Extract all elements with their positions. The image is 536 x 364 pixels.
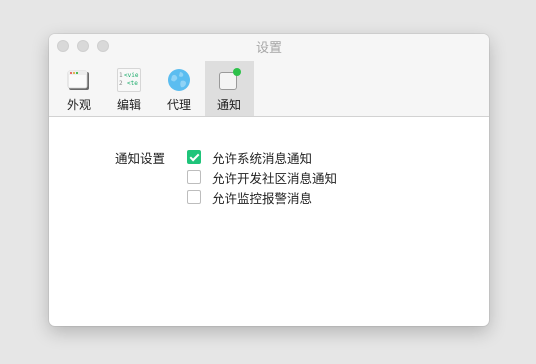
- svg-text:<vie: <vie: [124, 72, 139, 79]
- community-notifications-checkbox[interactable]: [187, 170, 201, 184]
- tab-proxy-label: 代理: [166, 98, 191, 112]
- option-label: 允许开发社区消息通知: [212, 171, 338, 186]
- window-title: 设置: [255, 41, 282, 56]
- system-notifications-checkbox[interactable]: [187, 150, 201, 164]
- tab-notifications-label: 通知: [216, 98, 241, 112]
- tab-editor[interactable]: 1 <vie 2 <te 编辑: [105, 61, 153, 116]
- appearance-window-icon: [67, 70, 89, 90]
- window-toolbar: 设置 外观 1 <vie 2 <te 编辑 代理 通知: [49, 34, 489, 117]
- option-label: 允许系统消息通知: [212, 151, 313, 166]
- monitoring-alerts-checkbox[interactable]: [187, 190, 201, 204]
- tab-appearance-label: 外观: [66, 98, 91, 112]
- settings-window: 设置 外观 1 <vie 2 <te 编辑 代理 通知 通知设置 允许系统消息通…: [49, 34, 489, 326]
- tab-appearance[interactable]: 外观: [55, 61, 103, 116]
- tab-proxy[interactable]: 代理: [155, 61, 203, 116]
- svg-text:<te: <te: [127, 80, 138, 87]
- svg-text:2: 2: [119, 80, 123, 87]
- tab-notifications[interactable]: 通知: [205, 61, 254, 116]
- globe-icon: [168, 69, 190, 91]
- code-editor-icon: 1 <vie 2 <te: [117, 68, 141, 92]
- svg-text:1: 1: [119, 72, 123, 79]
- notification-settings-label: 通知设置: [115, 151, 166, 166]
- option-label: 允许监控报警消息: [212, 191, 313, 206]
- notification-badge-icon: [219, 68, 241, 90]
- tab-editor-label: 编辑: [116, 98, 141, 112]
